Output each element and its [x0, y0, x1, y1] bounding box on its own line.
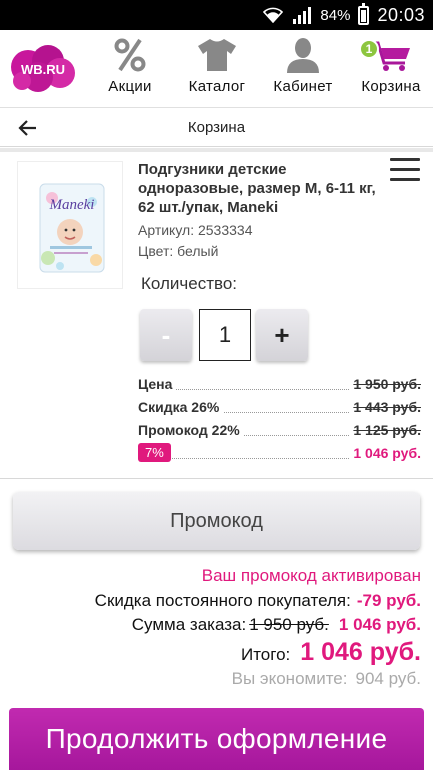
total-line: Итого: 1 046 руб. — [241, 638, 421, 667]
product-article: Артикул: 2533334 — [138, 222, 253, 238]
wifi-icon — [263, 7, 284, 23]
cart-count-badge: 1 — [359, 39, 379, 59]
quantity-decrease-button[interactable]: - — [140, 309, 192, 361]
loyal-discount-label: Скидка постоянного покупателя: — [94, 591, 351, 610]
percent-icon — [114, 38, 146, 72]
price-row-promocode: Промокод 22% 1 125 руб. — [138, 422, 421, 442]
wb-logo[interactable]: WB.RU — [8, 43, 78, 95]
clock: 20:03 — [377, 4, 425, 25]
nav-promotions[interactable]: Акции — [85, 36, 175, 102]
promocode-label: Промокод 22% — [138, 422, 244, 438]
final-price-value: 1 046 руб. — [349, 445, 421, 461]
promocode-button[interactable]: Промокод — [13, 492, 420, 550]
savings-value: 904 руб. — [355, 669, 421, 688]
nav-catalog-label: Каталог — [188, 78, 246, 95]
price-row-discount: Скидка 26% 1 443 руб. — [138, 399, 421, 419]
nav-cart-label: Корзина — [361, 78, 421, 95]
price-row-final: 7% 1 046 руб. — [138, 443, 421, 465]
product-name[interactable]: Подгузники детские одноразовые, размер М… — [138, 160, 383, 217]
quantity-label: Количество: — [141, 274, 238, 293]
order-sum-old: 1 950 руб. — [249, 615, 329, 634]
extra-discount-badge: 7% — [138, 443, 171, 462]
continue-checkout-button[interactable]: Продолжить оформление — [9, 708, 424, 770]
price-row-price: Цена 1 950 руб. — [138, 376, 421, 396]
order-sum-label: Сумма заказа: — [131, 615, 247, 634]
diaper-pack-image: Maneki — [39, 183, 105, 273]
total-label: Итого: — [240, 645, 291, 664]
price-label: Цена — [138, 376, 177, 392]
promo-activated-text: Ваш промокод активирован — [201, 566, 421, 585]
status-icons: 84% 20:03 — [262, 0, 425, 30]
total-value: 1 046 руб. — [300, 638, 421, 666]
discount-value: 1 443 руб. — [349, 399, 421, 415]
battery-icon — [358, 2, 370, 25]
divider — [0, 148, 433, 152]
product-color: Цвет: белый — [138, 243, 219, 259]
loyal-discount-line: Скидка постоянного покупателя: -79 руб. — [95, 591, 421, 611]
page-title: Корзина — [187, 119, 246, 136]
nav-account[interactable]: Кабинет — [258, 36, 348, 102]
savings-line: Вы экономите: 904 руб. — [232, 669, 421, 689]
top-navigation: WB.RU Акции Каталог Кабинет 1 Корзина — [0, 30, 433, 108]
savings-label: Вы экономите: — [231, 669, 348, 688]
user-icon — [287, 38, 319, 73]
order-sum-new: 1 046 руб. — [338, 615, 421, 634]
logo-text: WB.RU — [21, 62, 65, 77]
product-image[interactable]: Maneki — [17, 161, 123, 289]
loyal-discount-value: -79 руб. — [356, 591, 421, 610]
status-bar: 84% 20:03 — [0, 0, 433, 30]
item-menu-icon[interactable] — [390, 158, 420, 186]
nav-promotions-label: Акции — [108, 78, 152, 95]
quantity-increase-button[interactable]: + — [256, 309, 308, 361]
nav-catalog[interactable]: Каталог — [172, 36, 262, 102]
order-sum-line: Сумма заказа: 1 950 руб. 1 046 руб. — [132, 615, 421, 635]
quantity-input[interactable]: 1 — [199, 309, 251, 361]
brand-text: Maneki — [49, 197, 95, 213]
nav-cart[interactable]: 1 Корзина — [346, 36, 433, 102]
title-bar: Корзина — [0, 109, 433, 147]
tshirt-icon — [198, 39, 236, 71]
price-value: 1 950 руб. — [349, 376, 421, 392]
discount-label: Скидка 26% — [138, 399, 224, 415]
divider — [0, 478, 433, 479]
signal-icon — [293, 7, 312, 24]
battery-percent: 84% — [320, 6, 351, 24]
promocode-value: 1 125 руб. — [349, 422, 421, 438]
nav-account-label: Кабинет — [273, 78, 333, 95]
